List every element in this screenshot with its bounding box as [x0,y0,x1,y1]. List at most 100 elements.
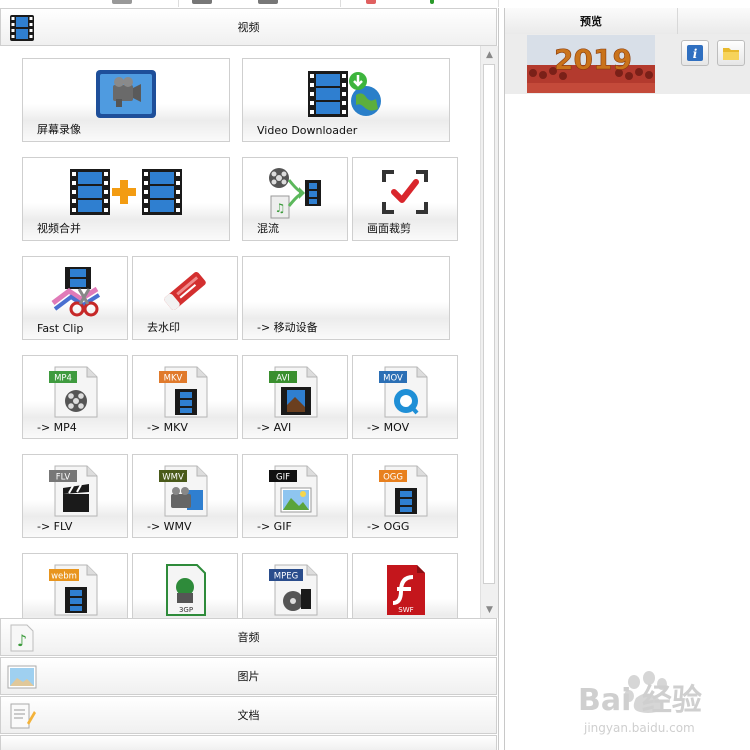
badge-text: MKV [164,374,183,384]
preview-header: 预览 [505,8,750,35]
preview-thumbnail[interactable]: 2019 [527,35,655,93]
category-label: 音频 [237,631,260,644]
tile-to-avi[interactable]: AVI -> AVI [242,355,348,439]
swf-file-icon: SWF [387,565,425,615]
tile-label: 视频合并 [37,222,81,235]
tile-label: -> MOV [367,421,410,434]
tile-label: -> MP4 [37,421,77,434]
category-label: 视频 [237,21,260,34]
tile-to-mov[interactable]: MOV -> MOV [352,355,458,439]
category-header-audio[interactable]: ♪ 音频 [0,618,497,656]
toolbar-segment [340,0,499,7]
tile-to-swf[interactable]: SWF [352,553,458,618]
badge-text: OGG [383,473,403,483]
badge-text: 3GP [179,606,193,614]
tile-to-ogg[interactable]: OGG -> OGG [352,454,458,538]
toolbar-button-fragment[interactable] [112,0,132,4]
vertical-scrollbar[interactable]: ▲ ▼ [480,46,498,618]
mpeg-file-icon: MPEG [269,564,318,616]
category-header-partial[interactable] [0,735,497,750]
category-label: 图片 [237,670,260,683]
video-merge-icon [70,169,182,215]
tile-label: Video Downloader [257,124,358,137]
category-header-picture[interactable]: 图片 [0,657,497,695]
tile-label: -> GIF [257,520,292,533]
category-header-video[interactable]: 视频 [0,8,497,46]
tile-label: -> 移动设备 [257,321,318,334]
category-label: 文档 [237,709,260,722]
open-folder-button[interactable] [717,40,745,66]
tile-mux[interactable]: ♫ 混流 [242,157,348,241]
flv-file-icon: FLV [49,465,98,517]
badge-text: webm [51,572,77,582]
preview-panel: 预览 2019 i [504,8,750,750]
tile-to-flv[interactable]: FLV -> FLV [22,454,128,538]
mkv-file-icon: MKV [159,366,208,418]
3gp-file-icon: 3GP [166,564,206,616]
tile-video-downloader[interactable]: Video Downloader [242,58,450,142]
badge-text: MPEG [274,572,298,582]
tile-fast-clip[interactable]: Fast Clip [22,256,128,340]
tile-crop[interactable]: 画面裁剪 [352,157,458,241]
tile-to-3gp[interactable]: 3GP [132,553,238,618]
info-icon: i [687,45,703,61]
tile-mobile-device[interactable]: -> 移动设备 [242,256,450,340]
toolbar-button-fragment[interactable] [366,0,376,4]
tile-to-gif[interactable]: GIF -> GIF [242,454,348,538]
webm-file-icon: webm [49,564,98,616]
tile-to-webm[interactable]: webm [22,553,128,618]
tile-label: -> WMV [147,520,192,533]
toolbar-segment [0,0,179,7]
tile-label: Fast Clip [37,322,84,335]
mp4-file-icon: MP4 [49,366,98,418]
video-function-grid: 屏幕录像 Video Downloader 视频合并 ♫ 混流 画面裁剪 Fas… [0,46,478,618]
ogg-file-icon: OGG [379,465,428,517]
tile-label: -> OGG [367,520,410,533]
tile-to-mpeg[interactable]: MPEG [242,553,348,618]
scroll-up-arrow-icon[interactable]: ▲ [481,46,498,63]
preview-row[interactable]: 2019 i [505,34,750,94]
function-panel: 视频 屏幕录像 Video Downloader 视频合并 ♫ 混流 画面裁剪 … [0,8,499,750]
scrollbar-thumb[interactable] [483,64,495,584]
info-button[interactable]: i [681,40,709,66]
tile-screen-record[interactable]: 屏幕录像 [22,58,230,142]
badge-text: WMV [162,473,184,483]
remove-watermark-icon [164,271,206,311]
gif-file-icon: GIF [269,465,318,517]
badge-text: AVI [276,374,290,384]
badge-text: FLV [56,473,71,483]
tile-remove-watermark[interactable]: 去水印 [132,256,238,340]
tile-label: 屏幕录像 [37,123,81,136]
tile-to-wmv[interactable]: WMV -> WMV [132,454,238,538]
toolbar-button-fragment[interactable] [258,0,278,4]
badge-text: GIF [276,473,290,483]
tile-label: -> FLV [37,520,73,533]
wmv-file-icon: WMV [159,465,208,517]
category-header-document[interactable]: 文档 [0,696,497,734]
mov-file-icon: MOV [379,366,428,418]
badge-text: MP4 [54,374,72,384]
avi-file-icon: AVI [269,366,318,418]
preview-thumbnail-image: 2019 [527,35,655,93]
baidu-jingyan-watermark: Bai 经验 jingyan.baidu.com [574,668,734,740]
watermark-brand: Bai 经验 [578,683,702,718]
toolbar-button-fragment[interactable] [430,0,434,4]
video-downloader-icon [308,71,381,117]
toolbar-button-fragment[interactable] [192,0,212,4]
svg-text:i: i [693,47,698,61]
svg-text:♫: ♫ [275,201,286,215]
screen-record-icon [96,70,156,118]
tile-to-mp4[interactable]: MP4 -> MP4 [22,355,128,439]
mux-icon: ♫ [269,168,321,219]
scroll-down-arrow-icon[interactable]: ▼ [481,601,498,618]
tile-video-merge[interactable]: 视频合并 [22,157,230,241]
top-toolbar-strip [0,0,750,8]
crop-icon [382,170,428,214]
badge-text: SWF [398,606,413,614]
fast-clip-icon [51,267,101,317]
tile-to-mkv[interactable]: MKV -> MKV [132,355,238,439]
tile-label: 混流 [257,222,279,235]
thumbnail-year-text: 2019 [554,43,632,76]
watermark-url: jingyan.baidu.com [583,721,695,735]
preview-header-label: 预览 [505,8,678,34]
